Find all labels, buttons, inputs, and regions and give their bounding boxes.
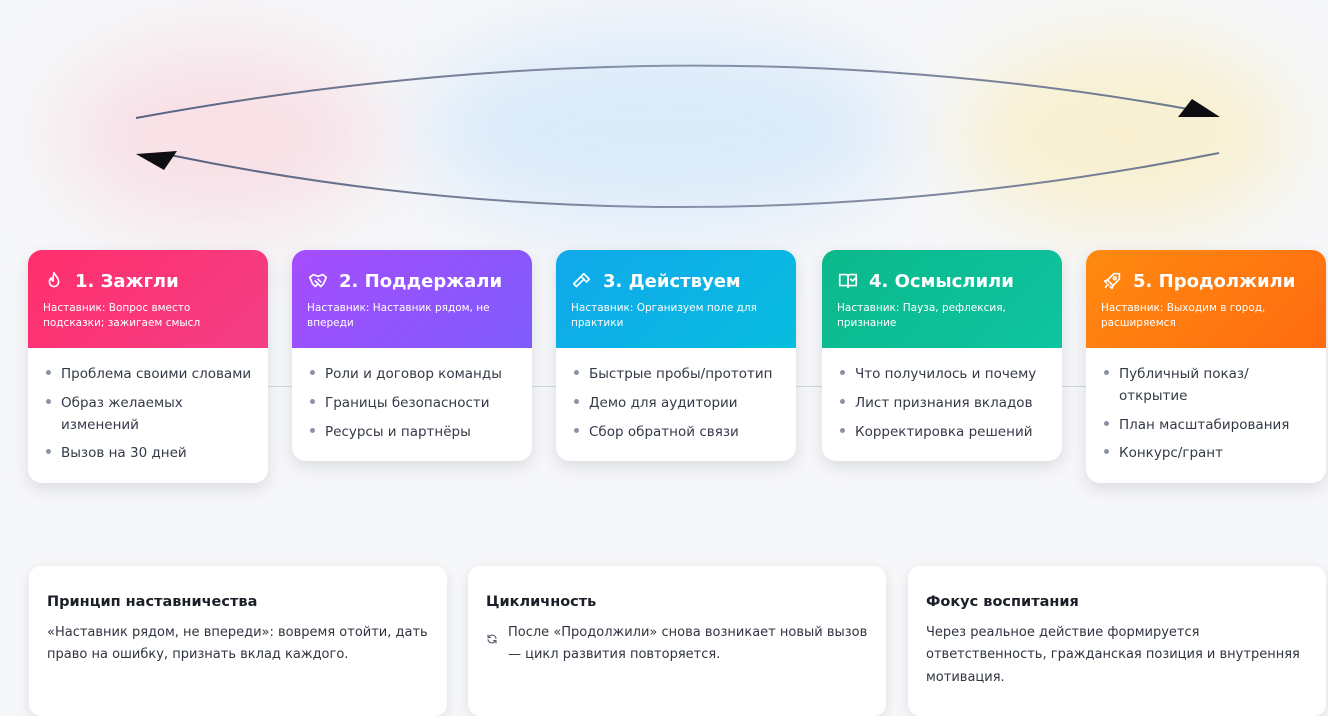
stages-row: 1. Зажгли Наставник: Вопрос вместо подск… [28,250,1328,540]
stage-subtitle: Наставник: Пауза, рефлексия, признание [837,302,1006,330]
list-item: Конкурс/грант [1102,443,1310,465]
connector-line [268,386,292,387]
stage-card-5: 5. Продолжили Наставник: Выходим в город… [1086,250,1326,483]
stage-header: 1. Зажгли Наставник: Вопрос вместо подск… [28,250,268,349]
stage-title: 4. Осмыслили [869,270,1014,292]
stage-subtitle: Наставник: Наставник рядом, не впереди [307,302,490,330]
cycle-arrows [135,64,1220,208]
connector-line [1062,386,1086,387]
list-item: Проблема своими словами [44,364,252,386]
flame-icon [48,271,60,288]
stage-subtitle: Наставник: Выходим в город, расширяемся [1101,302,1266,330]
stage-title: 5. Продолжили [1133,270,1296,292]
stage-header: 2. Поддержали Наставник: Наставник рядом… [292,250,532,349]
info-card-cyclicity: Цикличность После «Продолжили» снова воз… [468,566,886,716]
rocket-icon [1103,272,1121,290]
stage-header: 3. Действуем Наставник: Организуем поле … [556,250,796,349]
info-card-focus: Фокус воспитания Через реальное действие… [908,566,1326,716]
bottom-arc [169,152,1220,208]
handshake-icon [308,273,328,288]
stage-card-1: 1. Зажгли Наставник: Вопрос вместо подск… [28,250,268,483]
info-title: Принцип наставничества [47,594,258,610]
list-item: Корректировка решений [838,422,1046,444]
list-item: Образ желаемых изменений [44,393,252,436]
list-item: Быстрые пробы/прототип [572,364,780,386]
list-item: Роли и договор команды [308,364,516,386]
book-icon [838,273,858,289]
refresh-icon [487,634,497,644]
info-title: Фокус воспитания [926,594,1079,610]
stage-subtitle: Наставник: Организуем поле для практики [571,302,757,330]
arrowhead-left [136,151,177,170]
connector-line [796,386,822,387]
list-item: Что получилось и почему [838,364,1046,386]
stage-title: 1. Зажгли [75,270,179,292]
top-arc [135,64,1189,119]
list-item: Демо для аудитории [572,393,780,415]
list-item: План масштабирования [1102,415,1310,437]
info-text: Через реальное действие формируется отве… [926,625,1300,685]
list-item: Границы безопасности [308,393,516,415]
stage-card-3: 3. Действуем Наставник: Организуем поле … [556,250,796,462]
stage-header: 4. Осмыслили Наставник: Пауза, рефлексия… [822,250,1062,349]
info-text: «Наставник рядом, не впереди»: вовремя о… [47,625,428,663]
list-item: Вызов на 30 дней [44,443,252,465]
info-title: Цикличность [486,594,597,610]
list-item: Публичный показ/открытие [1102,364,1310,407]
list-item: Ресурсы и партнёры [308,422,516,444]
list-item: Сбор обратной связи [572,422,780,444]
stage-card-4: 4. Осмыслили Наставник: Пауза, рефлексия… [822,250,1062,462]
stage-title: 2. Поддержали [339,270,503,292]
info-card-mentorship: Принцип наставничества «Наставник рядом,… [29,566,447,716]
list-item: Лист признания вкладов [838,393,1046,415]
stage-subtitle: Наставник: Вопрос вместо подсказки; зажи… [43,302,201,330]
hammer-icon [572,272,591,288]
connector-line [532,386,556,387]
stage-header: 5. Продолжили Наставник: Выходим в город… [1086,250,1326,349]
stage-card-2: 2. Поддержали Наставник: Наставник рядом… [292,250,532,462]
info-text: После «Продолжили» снова возникает новый… [508,625,868,663]
stage-title: 3. Действуем [603,270,741,292]
